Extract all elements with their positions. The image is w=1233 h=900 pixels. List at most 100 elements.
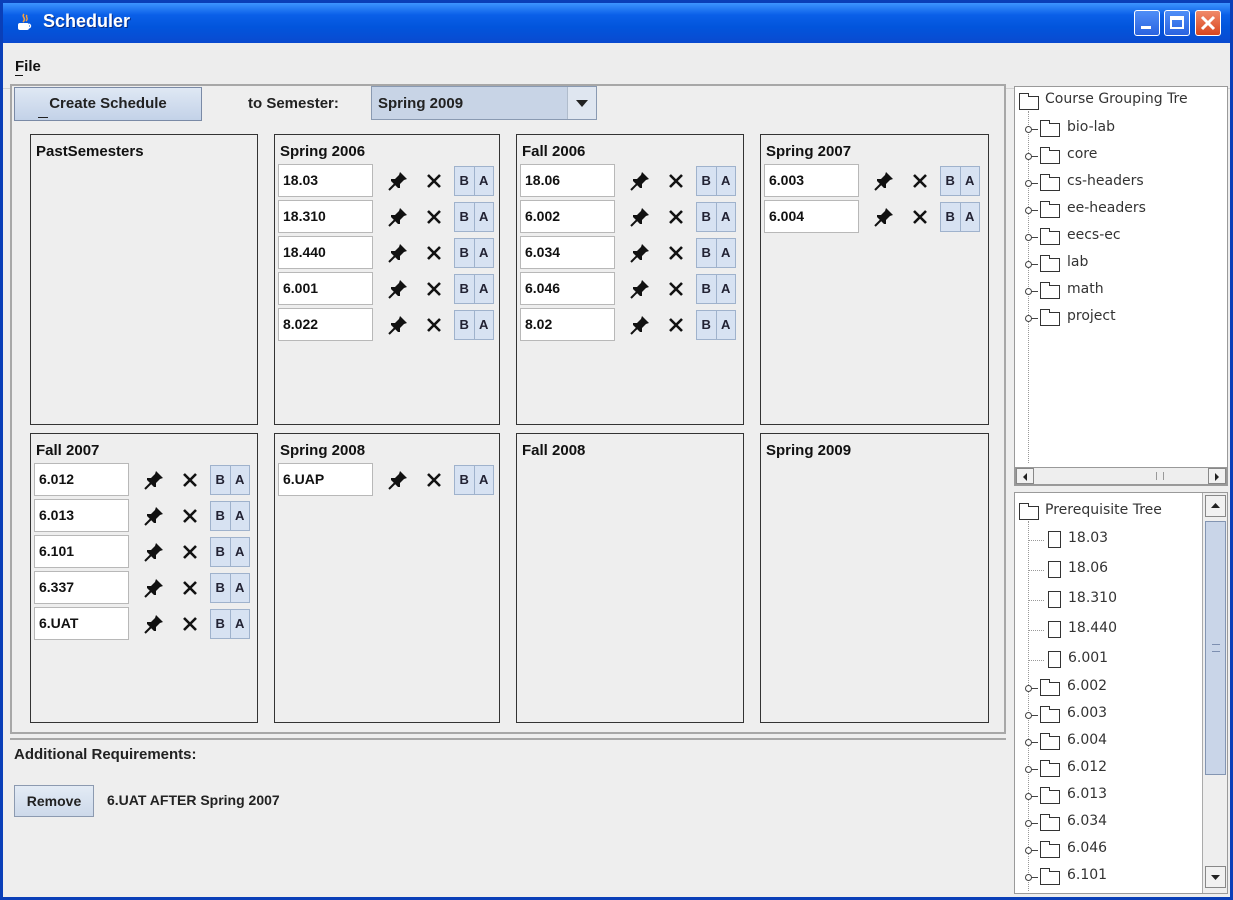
- chevron-down-icon[interactable]: [567, 87, 596, 119]
- before-button[interactable]: B: [697, 275, 717, 303]
- remove-course-button[interactable]: [425, 172, 443, 190]
- course-field[interactable]: 6.046: [520, 272, 615, 305]
- before-button[interactable]: B: [455, 167, 475, 195]
- before-button[interactable]: B: [455, 311, 475, 339]
- after-button[interactable]: A: [717, 203, 736, 231]
- semester-panel[interactable]: Spring 2007 6.003 B A 6.004 B A: [760, 134, 989, 425]
- pin-button[interactable]: [385, 468, 411, 492]
- minimize-button[interactable]: [1134, 10, 1160, 36]
- course-field[interactable]: 6.034: [520, 236, 615, 269]
- after-button[interactable]: A: [231, 466, 250, 494]
- create-schedule-button[interactable]: Create Schedule: [14, 87, 202, 121]
- remove-course-button[interactable]: [181, 471, 199, 489]
- maximize-button[interactable]: [1164, 10, 1190, 36]
- remove-course-button[interactable]: [425, 244, 443, 262]
- after-button[interactable]: A: [231, 502, 250, 530]
- remove-course-button[interactable]: [667, 172, 685, 190]
- before-button[interactable]: B: [455, 239, 475, 267]
- after-button[interactable]: A: [717, 167, 736, 195]
- remove-course-button[interactable]: [667, 208, 685, 226]
- scroll-up-button[interactable]: [1205, 495, 1226, 517]
- pin-button[interactable]: [385, 241, 411, 265]
- course-field[interactable]: 6.004: [764, 200, 859, 233]
- after-button[interactable]: A: [475, 167, 494, 195]
- semester-panel[interactable]: Fall 2006 18.06 B A 6.002 B A 6.034 B A 6.046 B A 8.0…: [516, 134, 744, 425]
- horizontal-scrollbar[interactable]: [1015, 467, 1227, 485]
- pin-button[interactable]: [627, 205, 653, 229]
- remove-course-button[interactable]: [667, 244, 685, 262]
- pin-button[interactable]: [141, 468, 167, 492]
- course-field[interactable]: 6.003: [764, 164, 859, 197]
- after-button[interactable]: A: [961, 167, 980, 195]
- before-button[interactable]: B: [697, 203, 717, 231]
- scroll-right-button[interactable]: [1208, 468, 1226, 484]
- pin-button[interactable]: [627, 313, 653, 337]
- before-button[interactable]: B: [697, 167, 717, 195]
- before-button[interactable]: B: [211, 610, 231, 638]
- remove-course-button[interactable]: [911, 172, 929, 190]
- course-field[interactable]: 6.012: [34, 463, 129, 496]
- semester-panel[interactable]: Fall 2008: [516, 433, 744, 723]
- remove-course-button[interactable]: [911, 208, 929, 226]
- course-field[interactable]: 6.001: [278, 272, 373, 305]
- semester-panel[interactable]: Fall 2007 6.012 B A 6.013 B A 6.101 B A 6.337 B A 6.U…: [30, 433, 258, 723]
- course-field[interactable]: 6.UAP: [278, 463, 373, 496]
- remove-course-button[interactable]: [181, 507, 199, 525]
- close-button[interactable]: [1195, 10, 1221, 36]
- course-field[interactable]: 18.440: [278, 236, 373, 269]
- remove-course-button[interactable]: [425, 471, 443, 489]
- scroll-thumb[interactable]: [1205, 521, 1226, 775]
- after-button[interactable]: A: [231, 538, 250, 566]
- pin-button[interactable]: [385, 277, 411, 301]
- after-button[interactable]: A: [475, 203, 494, 231]
- semester-panel[interactable]: Spring 2008 6.UAP B A: [274, 433, 500, 723]
- before-button[interactable]: B: [455, 275, 475, 303]
- remove-course-button[interactable]: [667, 280, 685, 298]
- before-button[interactable]: B: [697, 311, 717, 339]
- course-field[interactable]: 6.337: [34, 571, 129, 604]
- remove-course-button[interactable]: [425, 208, 443, 226]
- pin-button[interactable]: [385, 205, 411, 229]
- after-button[interactable]: A: [961, 203, 980, 231]
- before-button[interactable]: B: [697, 239, 717, 267]
- course-field[interactable]: 6.013: [34, 499, 129, 532]
- pin-button[interactable]: [385, 313, 411, 337]
- remove-course-button[interactable]: [425, 316, 443, 334]
- semester-select[interactable]: Spring 2009: [371, 86, 597, 120]
- after-button[interactable]: A: [717, 275, 736, 303]
- remove-course-button[interactable]: [181, 615, 199, 633]
- after-button[interactable]: A: [717, 239, 736, 267]
- course-grouping-tree[interactable]: Course Grouping Tre bio-lab core cs-headers…: [1014, 86, 1228, 486]
- course-field[interactable]: 6.101: [34, 535, 129, 568]
- course-field[interactable]: 6.UAT: [34, 607, 129, 640]
- pin-button[interactable]: [627, 169, 653, 193]
- semester-panel[interactable]: Spring 2009: [760, 433, 989, 723]
- course-field[interactable]: 18.03: [278, 164, 373, 197]
- course-field[interactable]: 6.002: [520, 200, 615, 233]
- remove-button[interactable]: Remove: [14, 785, 94, 817]
- course-field[interactable]: 8.02: [520, 308, 615, 341]
- before-button[interactable]: B: [455, 466, 475, 494]
- after-button[interactable]: A: [231, 610, 250, 638]
- before-button[interactable]: B: [941, 167, 961, 195]
- before-button[interactable]: B: [211, 574, 231, 602]
- after-button[interactable]: A: [717, 311, 736, 339]
- pin-button[interactable]: [141, 540, 167, 564]
- scroll-left-button[interactable]: [1016, 468, 1034, 484]
- after-button[interactable]: A: [231, 574, 250, 602]
- pin-button[interactable]: [627, 241, 653, 265]
- prerequisite-tree[interactable]: Prerequisite Tree 18.03 18.06 18.310 18.440 6…: [1014, 492, 1228, 894]
- semester-panel[interactable]: PastSemesters: [30, 134, 258, 425]
- after-button[interactable]: A: [475, 275, 494, 303]
- pin-button[interactable]: [141, 612, 167, 636]
- remove-course-button[interactable]: [425, 280, 443, 298]
- course-field[interactable]: 18.06: [520, 164, 615, 197]
- course-field[interactable]: 18.310: [278, 200, 373, 233]
- menu-file[interactable]: File: [15, 58, 41, 75]
- pin-button[interactable]: [871, 205, 897, 229]
- semester-panel[interactable]: Spring 2006 18.03 B A 18.310 B A 18.440 B A 6.001 B…: [274, 134, 500, 425]
- vertical-scrollbar[interactable]: [1202, 493, 1227, 893]
- before-button[interactable]: B: [211, 502, 231, 530]
- after-button[interactable]: A: [475, 239, 494, 267]
- after-button[interactable]: A: [475, 311, 494, 339]
